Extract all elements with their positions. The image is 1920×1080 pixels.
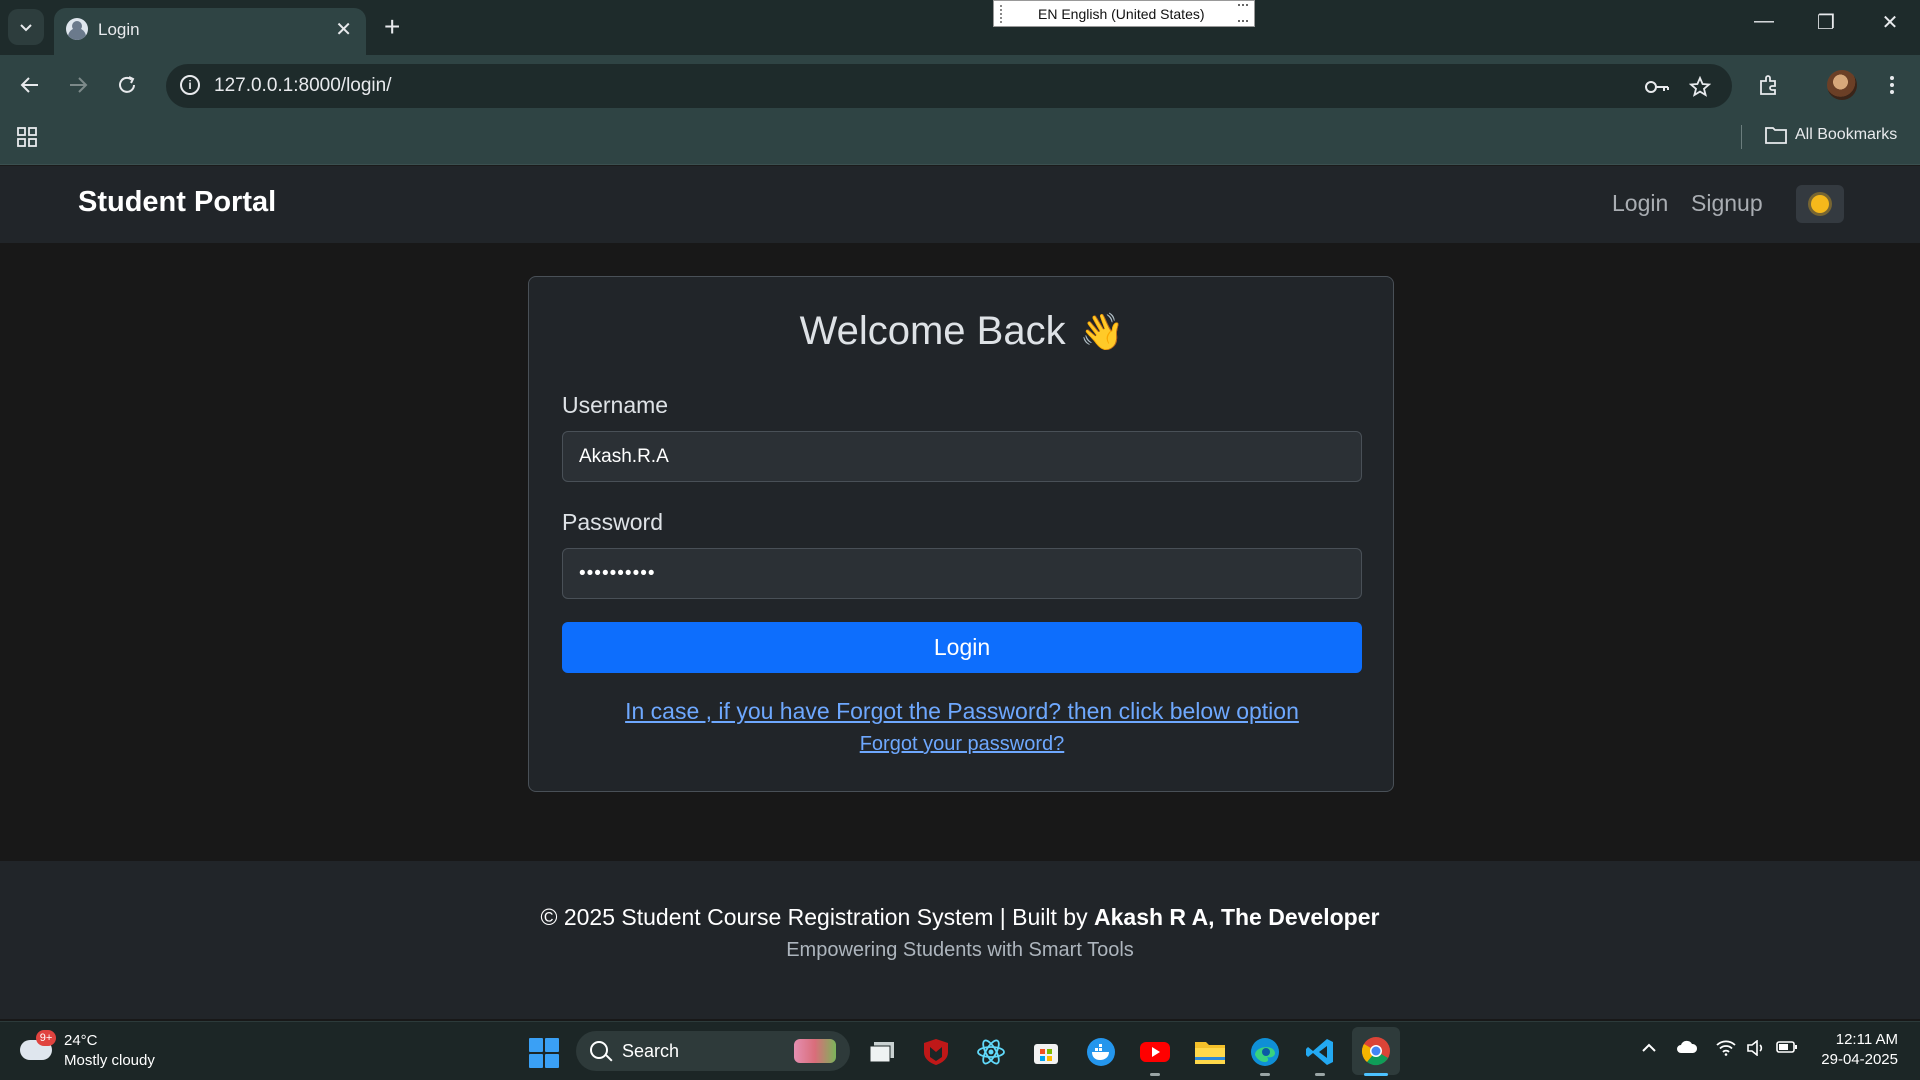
language-indicator-label: EN English (United States) [1038,6,1205,22]
arrow-right-icon [70,77,88,93]
wifi-icon[interactable] [1716,1040,1736,1061]
task-view-icon[interactable] [866,1036,898,1068]
browser-menu-icon[interactable] [1876,69,1908,101]
file-explorer-icon[interactable] [1194,1036,1226,1068]
site-info-icon[interactable]: i [180,75,200,95]
login-title: Welcome Back 👋 [529,309,1395,354]
tab-title: Login [98,20,140,39]
arrow-left-icon [20,77,38,93]
site-footer: © 2025 Student Course Registration Syste… [0,861,1920,1019]
footer-author: Akash R A, The Developer [1094,904,1380,930]
minimize-window-button[interactable]: — [1744,10,1784,33]
bookmarks-separator [1741,125,1742,149]
login-title-text: Welcome Back [799,309,1066,353]
youtube-running-indicator [1150,1073,1160,1076]
username-label: Username [562,392,669,418]
url-text[interactable]: 127.0.0.1:8000/login/ [214,75,392,97]
new-tab-button[interactable]: + [384,9,400,45]
docker-icon[interactable] [1085,1036,1117,1068]
all-bookmarks-button[interactable]: All Bookmarks [1765,126,1897,144]
vscode-icon[interactable] [1304,1036,1336,1068]
footer-tagline: Empowering Students with Smart Tools [786,939,1134,961]
forgot-password-link[interactable]: Forgot your password? [529,733,1395,756]
browser-tab-bar: Login ✕ + EN English (United States) — ❐… [0,0,1920,55]
edge-browser-icon[interactable] [1249,1036,1281,1068]
language-indicator[interactable]: EN English (United States) [993,0,1255,27]
forgot-password-hint-link[interactable]: In case , if you have Forgot the Passwor… [529,698,1395,725]
vscode-running-indicator [1315,1073,1325,1076]
search-icon [590,1041,608,1059]
weather-badge: 9+ [36,1030,56,1046]
volume-speaker-icon[interactable] [1746,1039,1766,1061]
edge-running-indicator [1260,1073,1270,1076]
password-input[interactable]: •••••••••• [562,548,1362,599]
microsoft-store-icon[interactable] [1030,1036,1062,1068]
windows-taskbar: 9+ 24°C Mostly cloudy Search 12:11 AM 29… [0,1021,1920,1080]
all-bookmarks-label: All Bookmarks [1795,126,1898,143]
bookmarks-bar [0,115,1920,165]
chrome-active-indicator [1364,1073,1388,1076]
nav-login-link[interactable]: Login [1612,190,1668,217]
react-atom-icon[interactable] [975,1036,1007,1068]
extensions-puzzle-icon[interactable] [1753,69,1785,101]
chevron-down-icon [20,24,32,32]
user-favicon-icon [66,18,88,40]
forward-button[interactable] [62,69,94,101]
battery-icon[interactable] [1776,1040,1798,1059]
username-input[interactable]: Akash.R.A [562,431,1362,482]
restore-icon [1238,4,1248,22]
back-button[interactable] [14,69,46,101]
site-navbar: Student Portal Login Signup [0,166,1920,243]
password-key-icon[interactable] [1644,74,1670,100]
weather-temp: 24°C [64,1032,98,1049]
windows-start-icon[interactable] [529,1038,559,1068]
login-button[interactable]: Login [562,622,1362,673]
address-bar[interactable]: i 127.0.0.1:8000/login/ [166,64,1732,108]
search-highlight-icon [794,1039,836,1063]
reload-icon [119,76,135,93]
taskbar-search[interactable]: Search [576,1031,850,1071]
profile-avatar[interactable] [1827,70,1857,100]
browser-tab-login[interactable]: Login ✕ [54,8,366,55]
show-hidden-icons-chevron-icon[interactable] [1641,1040,1657,1058]
chrome-icon[interactable] [1352,1027,1400,1075]
onedrive-cloud-icon[interactable] [1676,1040,1698,1059]
password-label: Password [562,509,663,535]
sun-icon [1811,195,1829,213]
clock-date[interactable]: 29-04-2025 [1808,1051,1898,1068]
brand-logo[interactable]: Student Portal [78,186,276,219]
clock-time[interactable]: 12:11 AM [1818,1031,1898,1048]
mcafee-shield-icon[interactable] [920,1036,952,1068]
bookmark-star-icon[interactable] [1687,74,1713,100]
youtube-icon[interactable] [1139,1036,1171,1068]
folder-icon [1765,127,1787,144]
close-tab-icon[interactable]: ✕ [335,17,352,42]
restore-window-button[interactable]: ❐ [1806,10,1846,35]
login-card: Welcome Back 👋 Username Akash.R.A Passwor… [528,276,1394,792]
apps-grid-icon[interactable] [16,126,38,153]
footer-copyright-text: © 2025 Student Course Registration Syste… [540,904,1094,930]
theme-toggle-button[interactable] [1796,185,1844,223]
footer-copyright: © 2025 Student Course Registration Syste… [0,904,1920,931]
weather-desc: Mostly cloudy [64,1052,155,1069]
drag-handle-icon [1000,5,1002,23]
waving-hand-icon: 👋 [1079,311,1125,352]
taskbar-search-label: Search [622,1041,680,1061]
tab-search-button[interactable] [8,9,44,45]
nav-signup-link[interactable]: Signup [1691,190,1763,217]
close-window-button[interactable]: ✕ [1870,10,1910,35]
reload-button[interactable] [111,69,143,101]
browser-toolbar: i 127.0.0.1:8000/login/ [0,55,1920,115]
